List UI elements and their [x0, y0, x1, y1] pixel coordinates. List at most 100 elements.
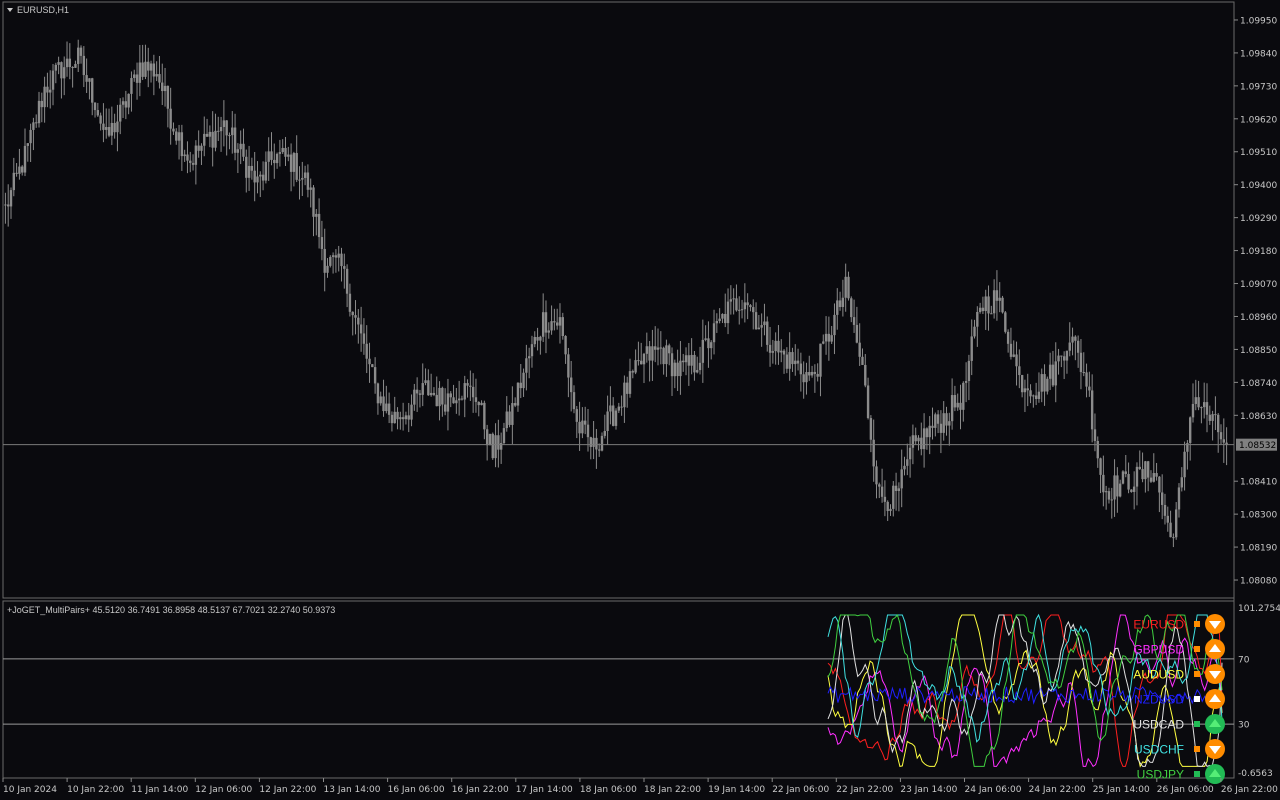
chart-canvas[interactable]: 1.09950 1.09840 1.09730 1.09620 1.09510 1.094… [0, 0, 1280, 800]
candle-body [368, 358, 371, 365]
candle-body [119, 104, 122, 122]
candle-body [656, 347, 660, 350]
candle-body [488, 433, 492, 446]
candle-body [169, 108, 172, 129]
candle-body [696, 370, 699, 373]
candle-body [455, 400, 458, 404]
candle-body [295, 153, 298, 180]
candle-body [222, 120, 226, 127]
candle-body [1177, 487, 1181, 510]
candle-body [441, 387, 444, 405]
chart-menu-triangle-icon[interactable] [7, 8, 13, 12]
candle-body [301, 177, 304, 180]
candle-body [32, 122, 35, 130]
candle-body [351, 311, 354, 316]
candle-body [161, 82, 164, 92]
candle-body [1060, 355, 1063, 357]
candle-body [1085, 372, 1088, 387]
candle-body [256, 176, 259, 183]
candle-body [219, 126, 223, 132]
candle-body [555, 322, 559, 326]
candle-body [1046, 378, 1049, 392]
candle-body [939, 423, 943, 433]
candle-body [774, 340, 777, 352]
candle-body [96, 110, 100, 116]
price-tick-label: 1.08410 [1240, 478, 1277, 488]
time-tick-label: 22 Jan 22:00 [836, 785, 893, 795]
candle-body [382, 396, 385, 412]
candle-body [186, 154, 189, 161]
candle-body [712, 323, 716, 343]
time-tick-label: 19 Jan 14:00 [708, 785, 765, 795]
candle-body [278, 152, 282, 154]
candle-body [715, 321, 719, 324]
candle-body [651, 346, 654, 361]
candle-body [600, 435, 604, 451]
candle-body [981, 307, 985, 312]
candle-body [1163, 504, 1167, 516]
candle-body [275, 153, 279, 164]
candle-body [354, 315, 357, 318]
candle-body [886, 501, 889, 512]
candle-body [1079, 352, 1083, 373]
candle-body [57, 62, 60, 65]
candle-body [88, 78, 91, 82]
candle-body [878, 484, 881, 487]
price-tick-label: 1.09620 [1240, 115, 1277, 125]
time-axis: 10 Jan 2024 10 Jan 22:00 11 Jan 14:00 12 Ja… [2, 778, 1278, 795]
candle-body [539, 336, 542, 341]
candle-body [754, 312, 758, 330]
candle-body [1174, 509, 1178, 538]
candle-body [782, 350, 786, 355]
candle-body [228, 135, 231, 137]
candle-body [1093, 429, 1097, 441]
candle-body [471, 386, 475, 398]
candle-body [1144, 461, 1147, 480]
candle-body [900, 469, 903, 489]
candle-body [1065, 350, 1069, 361]
candle-body [51, 70, 55, 90]
candle-body [819, 343, 822, 377]
candle-body [578, 421, 581, 434]
candle-body [1043, 374, 1046, 392]
candle-body [648, 346, 651, 361]
candle-body [1200, 407, 1203, 409]
candle-body [68, 58, 72, 68]
candle-body [413, 389, 416, 405]
candle-body [1032, 395, 1035, 397]
candle-body [513, 403, 517, 406]
legend-label-audusd: AUDUSD [1133, 668, 1184, 682]
candle-body [85, 75, 88, 82]
candle-body [637, 360, 640, 362]
candle-body [931, 425, 934, 428]
candle-body [827, 333, 831, 342]
candle-body [480, 402, 483, 406]
candle-body [138, 62, 142, 83]
candle-body [79, 47, 83, 56]
candle-body [1088, 386, 1091, 391]
candle-body [623, 382, 626, 408]
time-tick-label: 10 Jan 2024 [3, 785, 57, 795]
candle-body [345, 268, 349, 294]
time-tick-label: 26 Jan 22:00 [1221, 785, 1278, 795]
candle-body [1135, 466, 1139, 487]
candle-body [343, 266, 346, 269]
time-tick-label: 26 Jan 06:00 [1157, 785, 1214, 795]
candle-body [452, 397, 455, 404]
candle-body [443, 404, 447, 412]
candle-body [808, 372, 811, 376]
candle-body [861, 356, 864, 365]
candle-body [242, 143, 245, 157]
time-tick-label: 18 Jan 22:00 [644, 785, 701, 795]
candle-body [620, 406, 623, 408]
candle-body [23, 145, 27, 173]
candle-body [63, 67, 66, 79]
candle-body [497, 435, 500, 450]
candle-body [838, 300, 842, 308]
candle-body [365, 343, 368, 359]
candle-body [805, 372, 808, 383]
candle-body [1208, 414, 1211, 421]
candle-body [435, 394, 438, 407]
candle-body [393, 411, 396, 424]
candle-body [1082, 372, 1085, 374]
